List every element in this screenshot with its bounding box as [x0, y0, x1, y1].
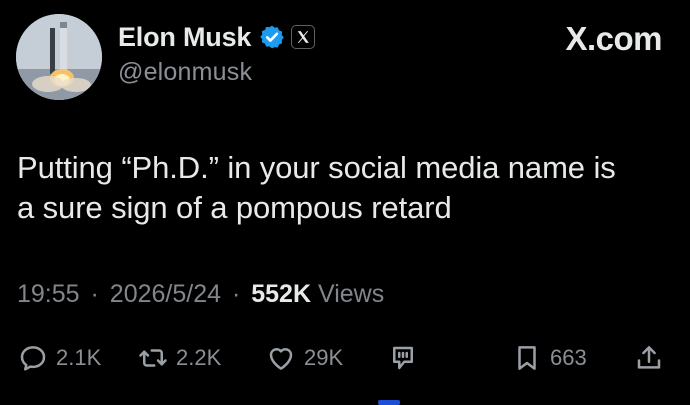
- tweet-text-line: a sure sign of a pompous retard: [17, 190, 452, 225]
- rocket-launch-avatar-image: [16, 14, 102, 100]
- like-button[interactable]: 29K: [266, 336, 343, 380]
- grok-icon: [393, 346, 413, 370]
- handle[interactable]: @elonmusk: [118, 58, 315, 87]
- verified-badge-icon: [259, 24, 285, 50]
- meta-separator: ·: [231, 280, 241, 308]
- bookmark-count: 663: [550, 345, 587, 370]
- x-logo-icon[interactable]: [291, 25, 316, 49]
- views-count[interactable]: 552K: [251, 280, 311, 308]
- repost-count: 2.2K: [176, 345, 222, 370]
- author-identity: Elon Musk @elonmusk: [118, 20, 316, 87]
- share-icon: [637, 346, 661, 369]
- avatar[interactable]: [16, 14, 102, 100]
- bookmark-icon: [518, 346, 536, 370]
- tweet-time[interactable]: 19:55: [17, 280, 80, 308]
- grok-button[interactable]: [388, 336, 418, 380]
- display-name[interactable]: Elon Musk: [118, 22, 251, 53]
- share-button[interactable]: [634, 336, 664, 380]
- tweet-date[interactable]: 2026/5/24: [110, 280, 221, 308]
- reply-button[interactable]: 2.1K: [18, 336, 101, 380]
- action-bar: 2.1K 2.2K 29K 663: [0, 336, 690, 380]
- tweet-card: Elon Musk @elonmusk X.com Putting “Ph.D.…: [0, 0, 690, 405]
- repost-icon: [139, 349, 167, 367]
- scroll-indicator: [378, 400, 400, 405]
- tweet-meta: 19:55 · 2026/5/24 · 552K Views: [17, 280, 384, 309]
- reply-icon: [20, 346, 46, 371]
- views-label: Views: [317, 280, 385, 308]
- name-row: Elon Musk: [118, 20, 316, 54]
- tweet-text-line: Putting “Ph.D.” in your social media nam…: [17, 150, 616, 185]
- meta-separator: ·: [90, 280, 99, 308]
- like-count: 29K: [304, 345, 344, 370]
- tweet-text: Putting “Ph.D.” in your social media nam…: [17, 148, 677, 228]
- reply-count: 2.1K: [56, 345, 102, 370]
- site-label: X.com: [565, 20, 662, 57]
- repost-button[interactable]: 2.2K: [138, 336, 221, 380]
- bookmark-button[interactable]: 663: [512, 336, 587, 380]
- heart-icon: [269, 348, 293, 370]
